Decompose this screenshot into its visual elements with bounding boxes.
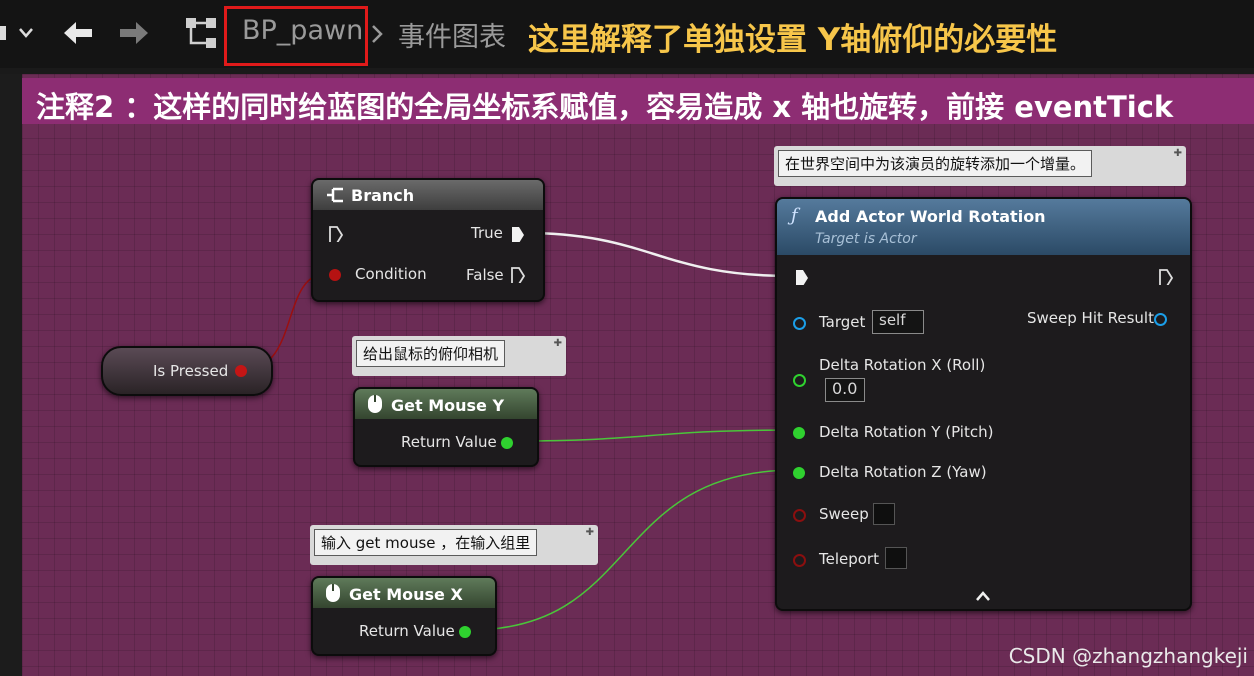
target-pin[interactable] bbox=[793, 317, 806, 330]
teleport-checkbox[interactable] bbox=[885, 547, 907, 569]
target-label: Target bbox=[819, 313, 866, 331]
function-icon: ƒ bbox=[791, 205, 798, 226]
delta-y-pin[interactable] bbox=[793, 427, 805, 439]
delta-x-label: Delta Rotation X (Roll) bbox=[819, 356, 986, 374]
get-mouse-x-title: Get Mouse X bbox=[349, 585, 463, 604]
mouse-y-comment-text: 给出鼠标的俯仰相机 bbox=[356, 340, 506, 367]
teleport-label: Teleport bbox=[819, 550, 879, 568]
get-mouse-x-node[interactable]: Get Mouse X Return Value bbox=[311, 576, 497, 656]
branch-node[interactable]: Branch True Condition False bbox=[311, 178, 545, 302]
branch-header bbox=[313, 180, 543, 210]
exec-in-pin[interactable] bbox=[329, 226, 343, 242]
is-pressed-label: Is Pressed bbox=[153, 362, 229, 380]
true-label: True bbox=[471, 224, 503, 242]
mouse-y-wire bbox=[513, 429, 796, 442]
branch-title: Branch bbox=[351, 186, 415, 205]
add-rotation-comment-bubble: 在世界空间中为该演员的旋转添加一个增量。 ✚ bbox=[774, 146, 1186, 186]
sweep-checkbox[interactable] bbox=[873, 503, 895, 525]
delta-y-label: Delta Rotation Y (Pitch) bbox=[819, 423, 994, 441]
delta-z-label: Delta Rotation Z (Yaw) bbox=[819, 463, 987, 481]
is-pressed-node[interactable]: Is Pressed bbox=[101, 346, 273, 396]
add-actor-world-rotation-node[interactable]: ƒ Add Actor World Rotation Target is Act… bbox=[775, 197, 1192, 611]
add-rotation-title: Add Actor World Rotation bbox=[815, 207, 1046, 226]
pin-icon[interactable]: ✚ bbox=[554, 338, 562, 349]
sweep-hit-result-pin[interactable] bbox=[1154, 313, 1167, 326]
delta-x-input[interactable]: 0.0 bbox=[825, 378, 865, 402]
condition-label: Condition bbox=[355, 265, 427, 283]
add-rotation-subtitle: Target is Actor bbox=[815, 231, 917, 247]
true-exec-pin[interactable] bbox=[511, 226, 525, 242]
exec-out-pin[interactable] bbox=[1159, 269, 1173, 285]
mouse-x-return-label: Return Value bbox=[359, 622, 455, 640]
exec-in-pin[interactable] bbox=[795, 269, 809, 285]
teleport-pin[interactable] bbox=[793, 554, 806, 567]
watermark: CSDN @zhangzhangkeji bbox=[1008, 644, 1248, 668]
sweep-hit-result-label: Sweep Hit Result bbox=[1027, 309, 1154, 327]
mouse-x-return-pin[interactable] bbox=[459, 626, 471, 638]
sweep-label: Sweep bbox=[819, 505, 869, 523]
target-value[interactable]: self bbox=[872, 310, 924, 334]
sweep-pin[interactable] bbox=[793, 509, 806, 522]
add-rotation-comment-text: 在世界空间中为该演员的旋转添加一个增量。 bbox=[778, 150, 1093, 177]
exec-wire bbox=[523, 231, 791, 278]
is-pressed-pin[interactable] bbox=[235, 365, 247, 377]
pin-icon[interactable]: ✚ bbox=[1174, 148, 1182, 159]
delta-x-pin[interactable] bbox=[793, 374, 806, 387]
condition-pin[interactable] bbox=[329, 269, 341, 281]
mouse-y-comment-bubble: 给出鼠标的俯仰相机 ✚ bbox=[352, 336, 566, 376]
branch-icon bbox=[325, 186, 345, 208]
delta-z-pin[interactable] bbox=[793, 467, 805, 479]
get-mouse-y-title: Get Mouse Y bbox=[391, 396, 505, 415]
false-exec-pin[interactable] bbox=[511, 267, 525, 283]
mouse-icon bbox=[367, 394, 383, 418]
mouse-icon bbox=[325, 583, 341, 607]
mouse-y-return-label: Return Value bbox=[401, 433, 497, 451]
false-label: False bbox=[466, 266, 504, 284]
get-mouse-y-node[interactable]: Get Mouse Y Return Value bbox=[353, 387, 539, 467]
collapse-chevron-icon[interactable] bbox=[975, 587, 991, 606]
mouse-x-comment-text: 输入 get mouse ，在输入组里 bbox=[314, 529, 538, 556]
pin-icon[interactable]: ✚ bbox=[586, 527, 594, 538]
mouse-y-return-pin[interactable] bbox=[501, 437, 513, 449]
mouse-x-comment-bubble: 输入 get mouse ，在输入组里 ✚ bbox=[310, 525, 598, 565]
